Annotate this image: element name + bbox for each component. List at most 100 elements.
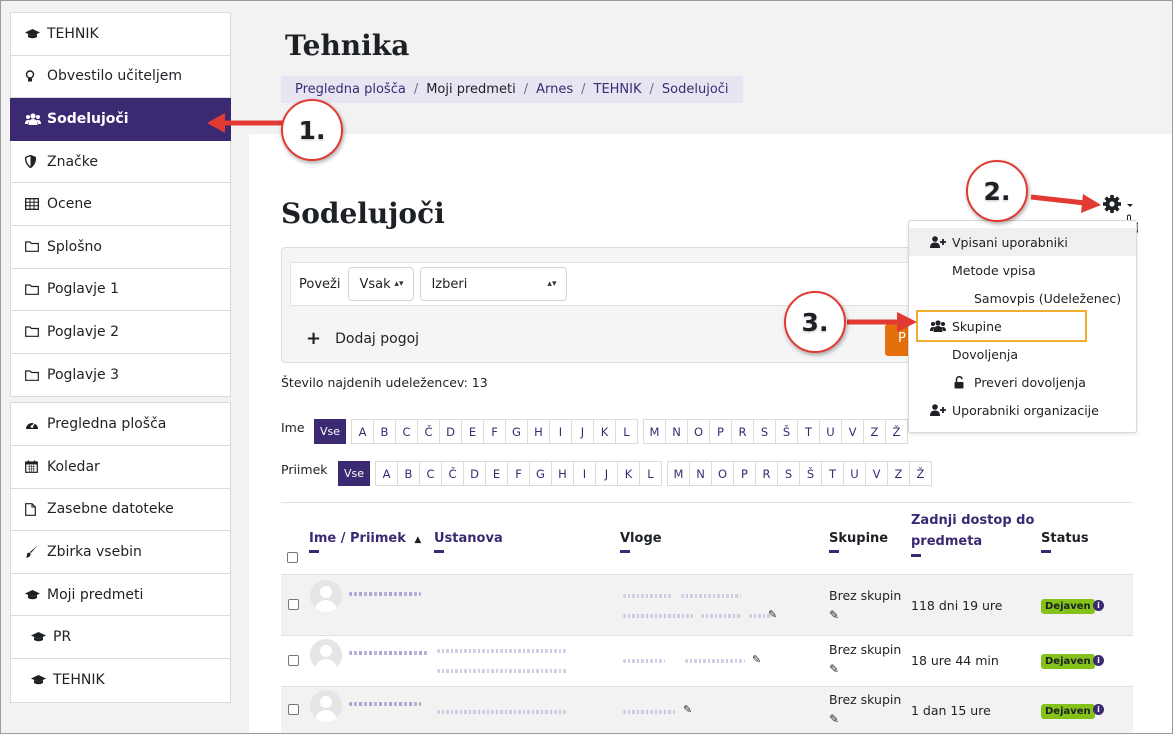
column-name[interactable]: Ime / Priimek ▲ <box>309 531 421 553</box>
menu-item-permissions[interactable]: Dovoljenja <box>909 340 1136 368</box>
last-name-letter[interactable]: V <box>865 461 888 486</box>
sidebar-item-tehnik-2[interactable]: TEHNIK <box>11 659 230 702</box>
menu-item-organisation-users[interactable]: Uporabniki organizacije <box>909 396 1136 424</box>
last-name-letter[interactable]: K <box>617 461 640 486</box>
edit-groups-icon[interactable]: ✎ <box>829 662 839 676</box>
menu-item-self-enrolment[interactable]: Samovpis (Udeleženec) <box>909 284 1136 312</box>
add-condition-button[interactable]: + Dodaj pogoj <box>306 328 419 349</box>
info-icon[interactable]: i <box>1093 600 1104 611</box>
column-institution[interactable]: Ustanova <box>434 531 503 553</box>
first-name-letter[interactable]: K <box>593 419 616 444</box>
first-name-letter[interactable]: Š <box>775 419 798 444</box>
first-name-letter[interactable]: D <box>439 419 462 444</box>
breadcrumb-item[interactable]: Pregledna plošča <box>295 82 406 97</box>
last-name-letter[interactable]: J <box>595 461 618 486</box>
menu-item-check-permissions[interactable]: Preveri dovoljenja <box>909 368 1136 396</box>
first-name-letter[interactable]: C <box>395 419 418 444</box>
collapse-column-icon[interactable] <box>434 550 444 553</box>
row-checkbox[interactable] <box>288 704 299 715</box>
first-name-letter[interactable]: Č <box>417 419 440 444</box>
first-name-letter[interactable]: T <box>797 419 820 444</box>
first-name-letter[interactable]: O <box>687 419 710 444</box>
breadcrumb-item[interactable]: Arnes <box>536 82 573 97</box>
avatar[interactable] <box>310 690 342 722</box>
sidebar-item-sodelujoci[interactable]: Sodelujoči <box>10 98 231 141</box>
edit-roles-icon[interactable]: ✎ <box>683 703 692 716</box>
first-name-letter[interactable]: F <box>483 419 506 444</box>
breadcrumb-item[interactable]: Sodelujoči <box>662 82 729 97</box>
last-name-letter[interactable]: S <box>777 461 800 486</box>
edit-roles-icon[interactable]: ✎ <box>768 608 777 621</box>
last-name-letter[interactable]: Č <box>441 461 464 486</box>
last-name-letter[interactable]: R <box>755 461 778 486</box>
sidebar-item-obvestilo[interactable]: Obvestilo učiteljem <box>11 56 230 99</box>
sidebar-item-moji-predmeti[interactable]: Moji predmeti <box>11 574 230 617</box>
avatar[interactable] <box>310 639 342 671</box>
first-name-letter[interactable]: R <box>731 419 754 444</box>
first-name-letter[interactable]: E <box>461 419 484 444</box>
first-name-letter[interactable]: L <box>615 419 638 444</box>
sidebar-item-poglavje-1[interactable]: Poglavje 1 <box>11 269 230 312</box>
breadcrumb-item[interactable]: Moji predmeti <box>426 82 515 97</box>
row-checkbox[interactable] <box>288 599 299 610</box>
first-name-letter-all[interactable]: Vse <box>314 419 346 444</box>
first-name-letter[interactable]: J <box>571 419 594 444</box>
last-name-letter[interactable]: Z <box>887 461 910 486</box>
first-name-letter[interactable]: H <box>527 419 550 444</box>
last-name-letter[interactable]: D <box>463 461 486 486</box>
sidebar-item-znacke[interactable]: Značke <box>11 141 230 184</box>
last-name-letter[interactable]: I <box>573 461 596 486</box>
last-name-letter[interactable]: L <box>639 461 662 486</box>
first-name-letter[interactable]: P <box>709 419 732 444</box>
last-name-letter[interactable]: P <box>733 461 756 486</box>
info-icon[interactable]: i <box>1093 704 1104 715</box>
last-name-letter[interactable]: C <box>419 461 442 486</box>
sidebar-item-poglavje-2[interactable]: Poglavje 2 <box>11 311 230 354</box>
first-name-letter[interactable]: Z <box>863 419 886 444</box>
first-name-letter[interactable]: B <box>373 419 396 444</box>
last-name-letter-all[interactable]: Vse <box>338 461 370 486</box>
select-all-checkbox[interactable] <box>287 552 298 563</box>
last-name-letter[interactable]: G <box>529 461 552 486</box>
column-last-access[interactable]: Zadnji dostop do predmeta <box>911 510 1034 557</box>
last-name-letter[interactable]: U <box>843 461 866 486</box>
sidebar-item-pr[interactable]: PR <box>11 616 230 659</box>
menu-item-enrolled-users[interactable]: Vpisani uporabniki <box>909 228 1136 256</box>
first-name-letter[interactable]: A <box>351 419 374 444</box>
breadcrumb-item[interactable]: TEHNIK <box>594 82 642 97</box>
collapse-column-icon[interactable] <box>911 554 921 557</box>
first-name-letter[interactable]: V <box>841 419 864 444</box>
edit-roles-icon[interactable]: ✎ <box>752 653 761 666</box>
sidebar-item-tehnik[interactable]: TEHNIK <box>11 13 230 56</box>
collapse-column-icon[interactable] <box>309 550 319 553</box>
last-name-letter[interactable]: Ž <box>909 461 932 486</box>
sidebar-item-ocene[interactable]: Ocene <box>11 183 230 226</box>
first-name-letter[interactable]: Ž <box>885 419 908 444</box>
last-name-letter[interactable]: T <box>821 461 844 486</box>
first-name-letter[interactable]: N <box>665 419 688 444</box>
first-name-letter[interactable]: G <box>505 419 528 444</box>
sidebar-item-pregledna-plosca[interactable]: Pregledna plošča <box>11 403 230 446</box>
match-select[interactable]: Vsak ▴▾ <box>348 267 415 301</box>
edit-groups-icon[interactable]: ✎ <box>829 608 839 622</box>
first-name-letter[interactable]: U <box>819 419 842 444</box>
info-icon[interactable]: i <box>1093 655 1104 666</box>
collapse-column-icon[interactable] <box>1041 550 1051 553</box>
last-name-letter[interactable]: M <box>667 461 690 486</box>
sidebar-item-zbirka-vsebin[interactable]: Zbirka vsebin <box>11 531 230 574</box>
last-name-letter[interactable]: F <box>507 461 530 486</box>
filter-type-select[interactable]: Izberi ▴▾ <box>420 267 568 301</box>
last-name-letter[interactable]: N <box>689 461 712 486</box>
last-name-letter[interactable]: B <box>397 461 420 486</box>
last-name-letter[interactable]: H <box>551 461 574 486</box>
row-checkbox[interactable] <box>288 655 299 666</box>
menu-item-enrolment-methods[interactable]: Metode vpisa <box>909 256 1136 284</box>
sidebar-item-zasebne-datoteke[interactable]: Zasebne datoteke <box>11 489 230 532</box>
collapse-column-icon[interactable] <box>620 550 630 553</box>
last-name-letter[interactable]: O <box>711 461 734 486</box>
collapse-column-icon[interactable] <box>829 550 839 553</box>
avatar[interactable] <box>310 580 342 612</box>
last-name-letter[interactable]: A <box>375 461 398 486</box>
sidebar-item-splosno[interactable]: Splošno <box>11 226 230 269</box>
last-name-letter[interactable]: Š <box>799 461 822 486</box>
